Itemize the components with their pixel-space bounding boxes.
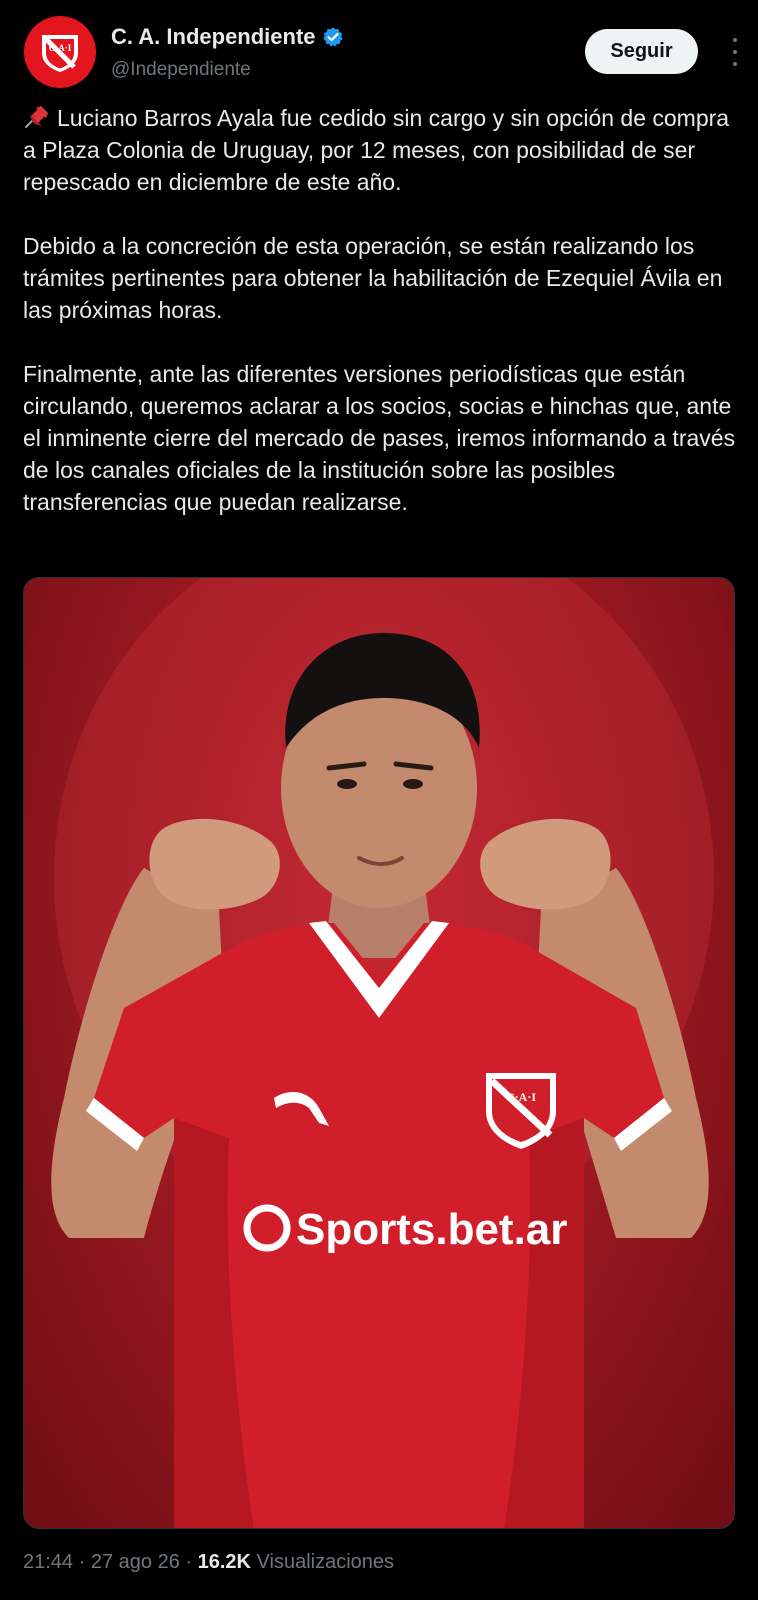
tweet-paragraph-3: Finalmente, ante las diferentes versione…: [23, 361, 736, 515]
avatar[interactable]: C·A·I: [24, 16, 96, 88]
more-options-icon[interactable]: [724, 38, 746, 66]
tweet-text: Luciano Barros Ayala fue cedido sin carg…: [23, 102, 743, 550]
tweet-photo[interactable]: C·A·I Sports.bet.ar: [23, 577, 735, 1529]
sponsor-text: Sports.bet.ar: [296, 1205, 567, 1254]
views-count: 16.2K: [197, 1551, 251, 1573]
tweet-time[interactable]: 21:44: [23, 1551, 73, 1573]
tweet-header: C·A·I C. A. Independiente @Independiente…: [24, 16, 737, 88]
tweet-paragraph-1-text: Luciano Barros Ayala fue cedido sin carg…: [23, 105, 730, 195]
sponsor-logo: Sports.bet.ar: [243, 1204, 567, 1254]
player-illustration: C·A·I Sports.bet.ar: [51, 578, 714, 1528]
account-handle[interactable]: @Independiente: [111, 59, 251, 81]
tweet-paragraph-2: Debido a la concreción de esta operación…: [23, 233, 723, 323]
jersey-crest-text: C·A·I: [506, 1090, 536, 1104]
verified-badge-icon: [322, 27, 343, 47]
tweet-paragraph-1: Luciano Barros Ayala fue cedido sin carg…: [23, 102, 743, 198]
name-row: C. A. Independiente: [111, 24, 344, 50]
display-name[interactable]: C. A. Independiente: [111, 24, 316, 50]
avatar-crest-text: C·A·I: [49, 43, 72, 53]
pushpin-icon: [25, 106, 48, 128]
follow-button[interactable]: Seguir: [585, 29, 698, 74]
club-crest-icon: C·A·I: [42, 35, 78, 72]
tweet-date[interactable]: 27 ago 26: [91, 1551, 180, 1573]
views-label: Visualizaciones: [256, 1551, 395, 1573]
meta-separator: ·: [78, 1551, 91, 1573]
tweet-metadata: 21:44 · 27 ago 26 · 16.2K Visualizacione…: [23, 1551, 394, 1574]
meta-separator: ·: [185, 1551, 198, 1573]
